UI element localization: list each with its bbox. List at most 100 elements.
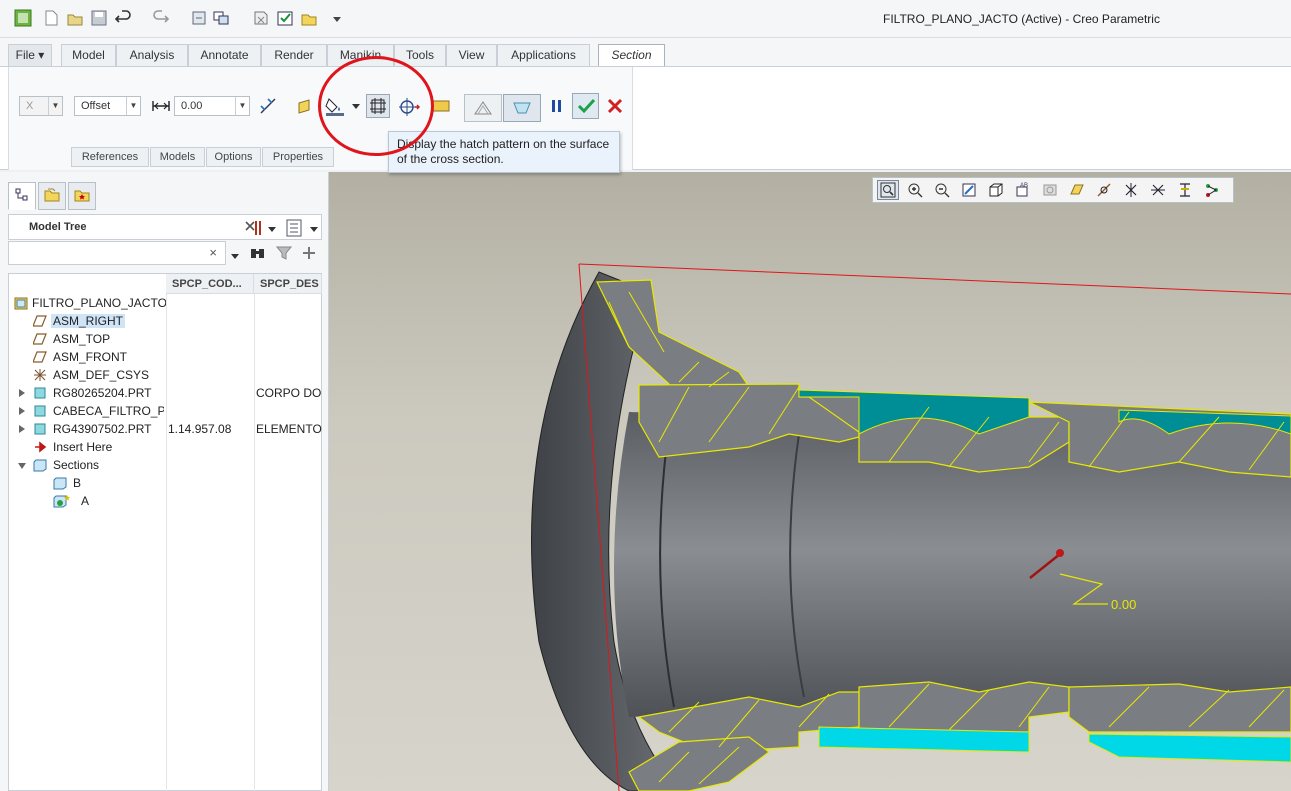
show-section-icon[interactable] — [293, 94, 317, 118]
add-column-icon[interactable] — [302, 245, 316, 264]
app-logo-icon[interactable] — [14, 9, 32, 27]
section-type-select[interactable]: Offset ▼ — [74, 96, 141, 116]
model-tree: SPCP_COD... SPCP_DES FILTRO_PLANO_JACTO … — [8, 273, 322, 791]
subtab-properties[interactable]: Properties — [262, 147, 334, 167]
chevron-down-icon: ▼ — [48, 97, 62, 115]
part-icon — [33, 404, 47, 418]
tab-analysis[interactable]: Analysis — [116, 44, 188, 66]
tree-row-insert-here[interactable]: Insert Here — [9, 439, 322, 457]
tab-annotate[interactable]: Annotate — [188, 44, 261, 66]
tree-row-sections[interactable]: Sections — [9, 457, 322, 475]
tree-item-label: ASM_FRONT — [53, 350, 128, 364]
tree-item-label: A — [81, 494, 90, 508]
part-icon — [33, 386, 47, 400]
chevron-down-icon: ▼ — [235, 97, 249, 115]
chevron-down-icon: ▼ — [126, 97, 140, 115]
tab-model-tree[interactable] — [8, 182, 36, 210]
tree-item-label: RG80265204.PRT — [53, 386, 152, 400]
pause-icon[interactable] — [545, 94, 569, 118]
tab-model[interactable]: Model — [61, 44, 116, 66]
offset-value-input[interactable]: 0.00 ▼ — [174, 96, 250, 116]
tree-row-rg80265204[interactable]: RG80265204.PRT CORPO DO — [9, 385, 322, 403]
check-model-icon[interactable] — [276, 9, 294, 27]
redo-icon[interactable] — [152, 9, 170, 27]
tab-section[interactable]: Section — [598, 44, 665, 67]
window-title: FILTRO_PLANO_JACTO (Active) - Creo Param… — [883, 12, 1160, 26]
tree-row-section-b[interactable]: B — [9, 475, 322, 493]
tab-render[interactable]: Render — [261, 44, 327, 66]
column-header-desc[interactable]: SPCP_DES — [254, 274, 322, 294]
sections-folder-icon — [33, 458, 47, 472]
undo-icon[interactable] — [114, 9, 132, 27]
pause-preview-icon[interactable] — [464, 94, 502, 122]
tab-applications[interactable]: Applications — [497, 44, 590, 66]
close-icon[interactable] — [252, 9, 270, 27]
chevron-down-icon[interactable] — [268, 222, 276, 236]
tree-row-section-a[interactable]: A — [9, 493, 322, 511]
tree-row-root[interactable]: FILTRO_PLANO_JACTO — [9, 295, 322, 313]
axis-select[interactable]: X ▼ — [19, 96, 63, 116]
model-tree-icon — [14, 187, 30, 206]
tree-search-input[interactable]: × — [8, 241, 226, 265]
tree-row-asm-front[interactable]: ASM_FRONT — [9, 349, 322, 367]
datum-plane-icon — [32, 350, 47, 364]
tree-row-asm-def-csys[interactable]: ASM_DEF_CSYS — [9, 367, 322, 385]
tab-view[interactable]: View — [446, 44, 497, 66]
tab-file[interactable]: File ▾ — [8, 44, 52, 66]
tab-favorites[interactable] — [68, 182, 96, 210]
tree-row-cabeca-filtro[interactable]: CABECA_FILTRO_P — [9, 403, 322, 421]
model-tree-panel: Model Tree × SPCP_COD... SPCP_DES FILTRO… — [0, 172, 329, 791]
ribbon-tabs: File ▾ Model Analysis Annotate Render Ma… — [0, 38, 1291, 67]
cancel-icon[interactable] — [603, 94, 627, 118]
windows-icon[interactable] — [212, 9, 230, 27]
expand-arrow-icon[interactable] — [19, 389, 25, 397]
save-icon[interactable] — [90, 9, 108, 27]
tree-item-label: Insert Here — [53, 440, 113, 454]
open-file-icon[interactable] — [66, 9, 84, 27]
subtab-models[interactable]: Models — [150, 147, 205, 167]
tree-item-label: Sections — [53, 458, 100, 472]
axis-select-value: X — [26, 100, 34, 112]
folder-icon[interactable] — [300, 9, 318, 27]
regenerate-icon[interactable] — [190, 9, 208, 27]
subtab-options[interactable]: Options — [206, 147, 261, 167]
section-type-value: Offset — [81, 100, 111, 112]
model-tree-header: Model Tree — [8, 214, 322, 240]
tree-item-desc: CORPO DO — [256, 386, 322, 400]
filter-icon[interactable] — [275, 245, 293, 264]
find-icon[interactable] — [249, 245, 267, 264]
offset-dimension-label[interactable]: 0.00 — [1111, 597, 1136, 612]
flip-direction-icon[interactable] — [256, 94, 280, 118]
tree-row-rg43907502[interactable]: RG43907502.PRT 1.14.957.08 ELEMENTO — [9, 421, 322, 439]
tab-folder-browser[interactable] — [38, 182, 66, 210]
settings-icon[interactable] — [242, 218, 264, 241]
column-header-code[interactable]: SPCP_COD... — [166, 274, 254, 294]
expand-arrow-icon[interactable] — [19, 425, 25, 433]
tree-item-code: 1.14.957.08 — [168, 422, 232, 436]
section-icon — [53, 476, 67, 490]
new-file-icon[interactable] — [42, 9, 60, 27]
clear-search-icon[interactable]: × — [209, 245, 217, 260]
graphics-viewport[interactable]: AB 0.00 — [329, 172, 1291, 791]
tree-row-asm-right[interactable]: ASM_RIGHT — [9, 313, 322, 331]
part-icon — [33, 422, 47, 436]
section-ribbon: X ▼ Offset ▼ 0.00 ▼ References Models Op… — [0, 66, 1291, 170]
tree-item-label: RG43907502.PRT — [53, 422, 152, 436]
tree-row-asm-top[interactable]: ASM_TOP — [9, 331, 322, 349]
expand-arrow-icon[interactable] — [19, 407, 25, 415]
ok-check-icon[interactable] — [572, 93, 599, 119]
chevron-down-icon[interactable] — [310, 222, 318, 236]
model-tree-title: Model Tree — [29, 221, 87, 233]
chevron-down-icon[interactable] — [231, 249, 239, 263]
tree-item-label: CABECA_FILTRO_P — [53, 404, 164, 418]
customize-icon[interactable] — [328, 9, 346, 27]
favorites-icon — [73, 187, 91, 206]
tree-item-label: ASM_RIGHT — [51, 314, 126, 328]
csys-icon — [33, 368, 47, 382]
offset-value: 0.00 — [181, 100, 203, 112]
subtab-references[interactable]: References — [71, 147, 149, 167]
show-icon[interactable] — [285, 218, 303, 241]
offset-dimension-icon — [149, 94, 173, 118]
preview-icon[interactable] — [503, 94, 541, 122]
collapse-arrow-icon[interactable] — [18, 463, 26, 469]
